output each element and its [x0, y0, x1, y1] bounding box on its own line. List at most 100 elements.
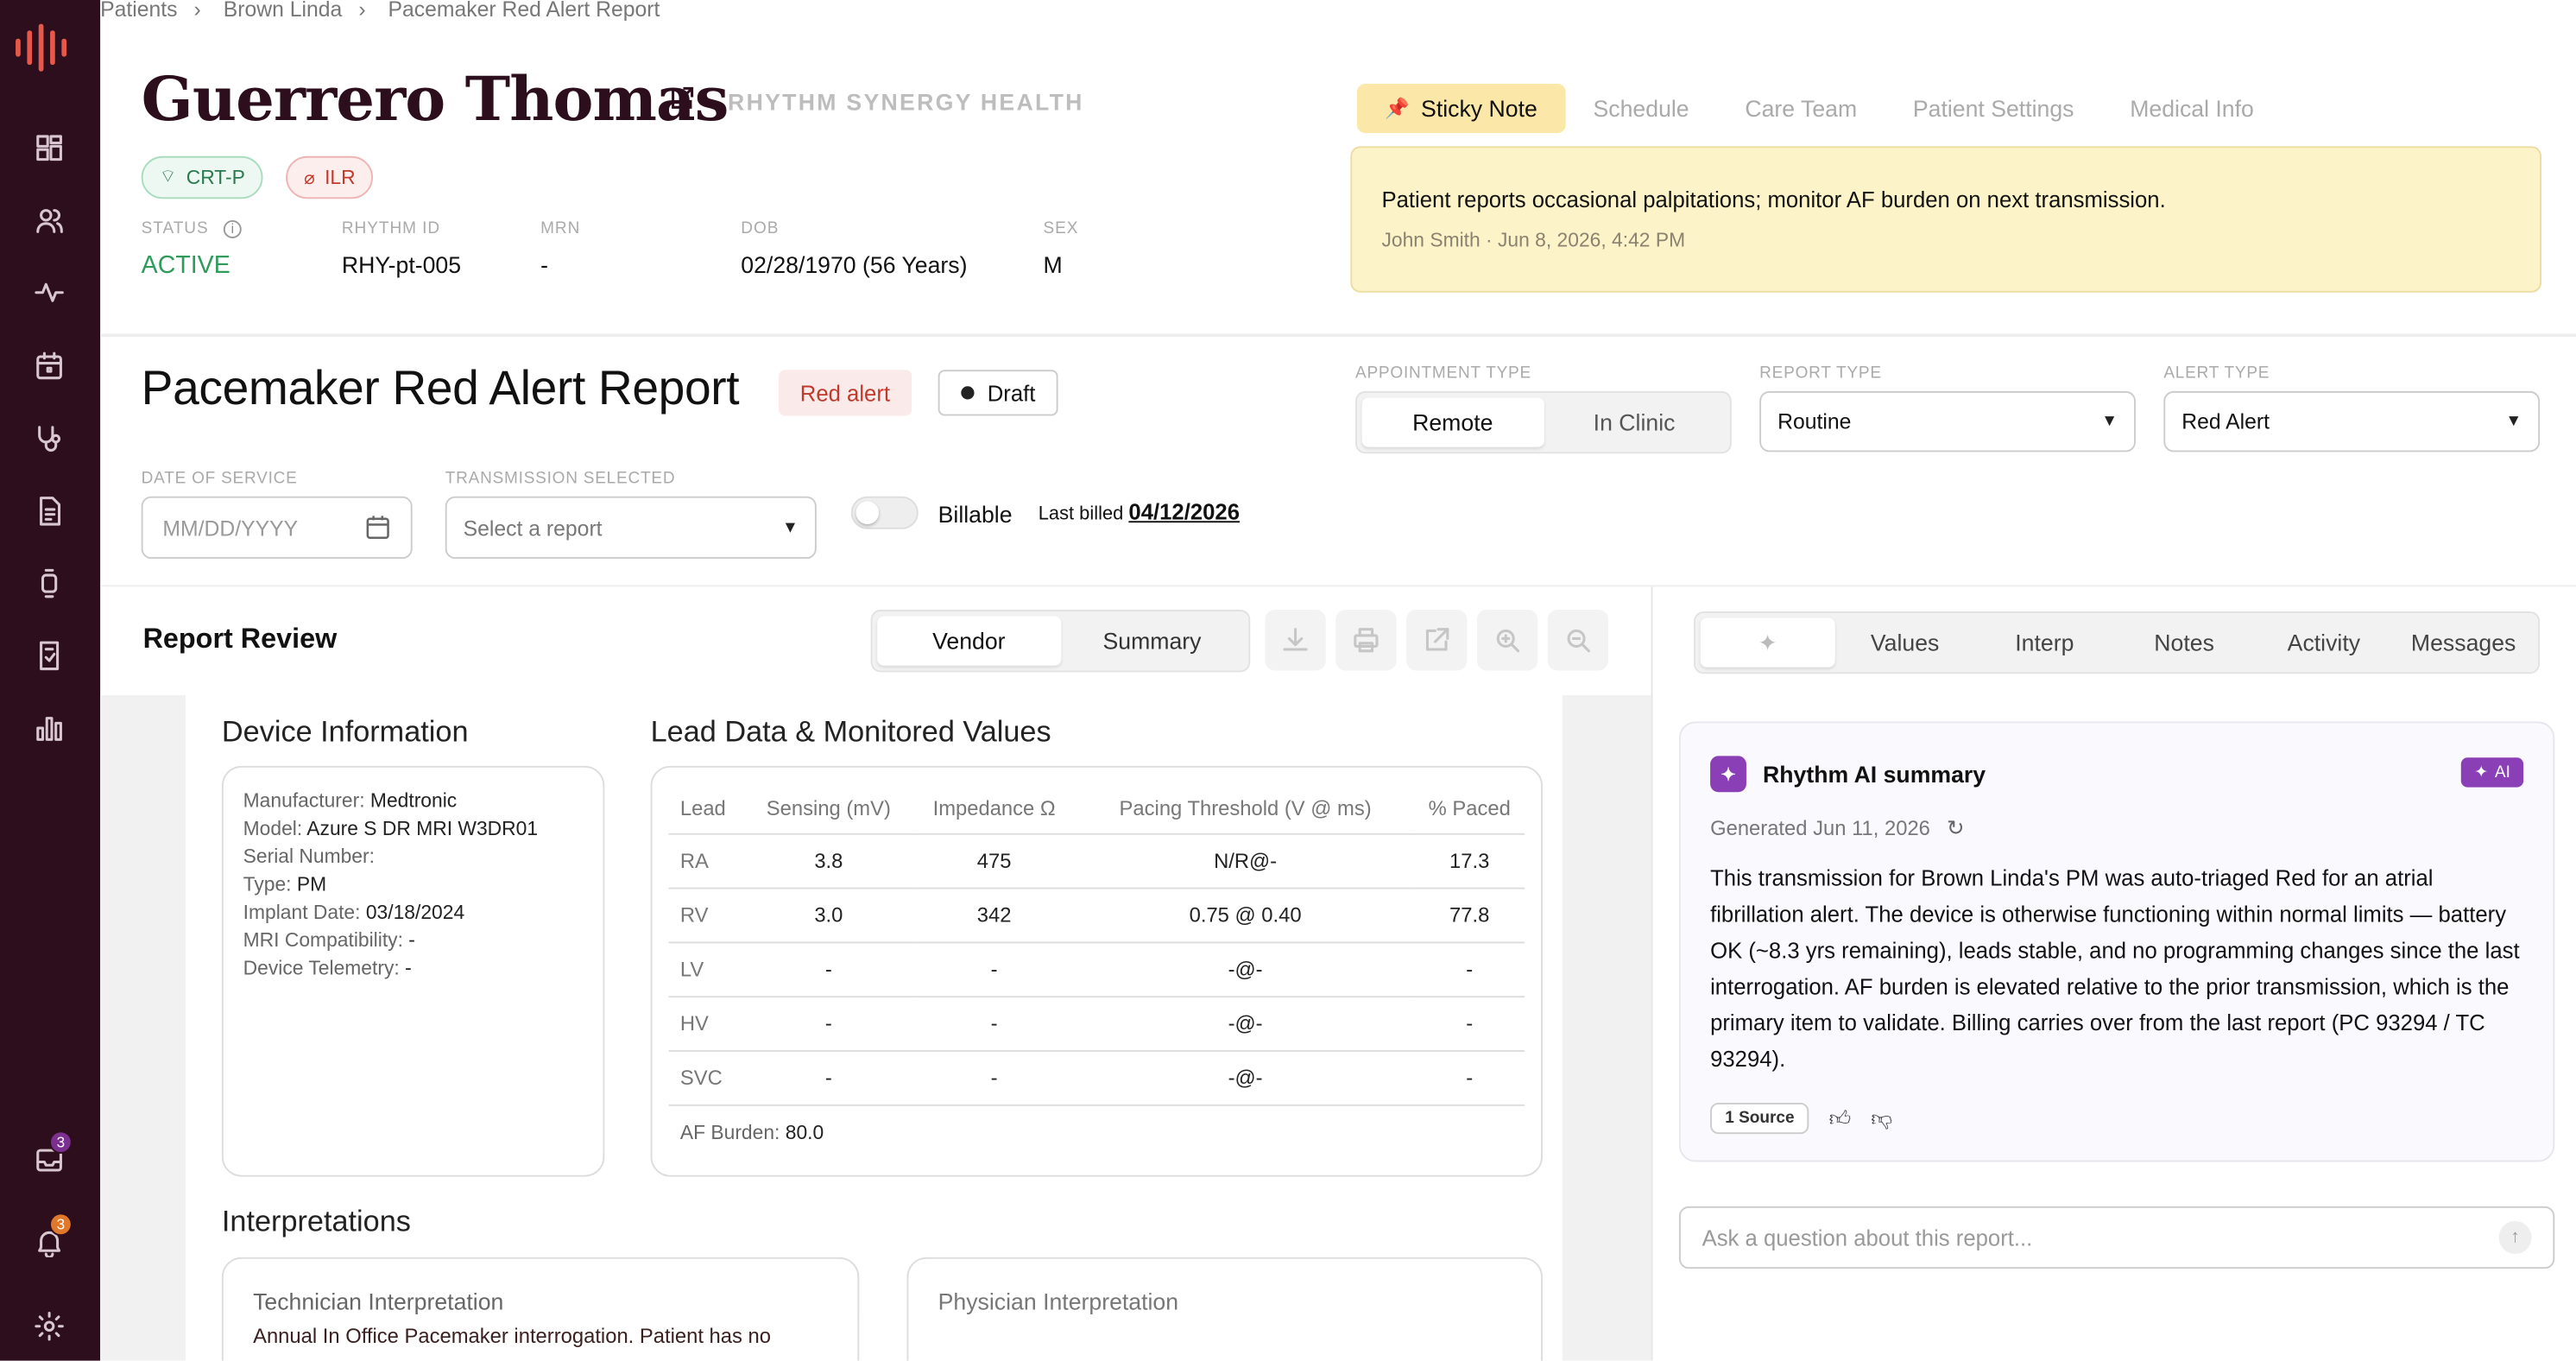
tab-interp[interactable]: Interp [1974, 618, 2114, 668]
rhythm-id-label: RHYTHM ID [341, 220, 441, 238]
table-cell: - [912, 996, 1076, 1052]
ai-summary-body: This transmission for Brown Linda's PM w… [1710, 865, 2520, 1072]
ask-question-input[interactable]: Ask a question about this report... ↑ [1678, 1206, 2555, 1269]
table-row: RV 3.0 342 0.75 @ 0.40 77.8 [668, 887, 1525, 943]
pin-icon: 📌 [1385, 97, 1410, 120]
stethoscope-icon[interactable] [31, 421, 67, 457]
af-burden-label: AF Burden: [679, 1119, 780, 1143]
appointment-remote[interactable]: Remote [1361, 397, 1544, 447]
settings-icon[interactable] [31, 1308, 67, 1345]
sticky-note-text: Patient reports occasional palpitations;… [1381, 187, 2166, 212]
mrn-field: MRN - [540, 220, 580, 278]
tab-patient-settings[interactable]: Patient Settings [1885, 95, 2102, 121]
info-icon[interactable]: i [224, 220, 243, 238]
dob-value: 02/28/1970 (56 Years) [741, 251, 968, 278]
pulse-icon[interactable] [31, 275, 67, 311]
dob-field: DOB 02/28/1970 (56 Years) [741, 220, 967, 278]
table-cell: - [1414, 996, 1525, 1052]
toggle-knob [856, 501, 880, 525]
tab-medical-info[interactable]: Medical Info [2102, 95, 2282, 121]
mrn-value: - [540, 251, 548, 278]
breadcrumb-patients[interactable]: Patients [100, 0, 177, 22]
device-field-label: Model: [243, 816, 303, 840]
date-of-service-input[interactable]: MM/DD/YYYY [141, 496, 413, 560]
report-type-select[interactable]: Routine ▼ [1759, 390, 2136, 453]
checklist-icon[interactable] [31, 637, 67, 674]
app-logo[interactable] [13, 23, 73, 73]
breadcrumb-separator: › [358, 0, 366, 22]
sticky-note-byline: John Smith · Jun 8, 2026, 4:42 PM [1381, 228, 1686, 252]
lead-data-box: Lead Sensing (mV) Impedance Ω Pacing Thr… [650, 765, 1543, 1177]
device-field-value: Medtronic [369, 788, 458, 813]
dashboard-icon[interactable] [31, 130, 67, 166]
chevron-down-icon: ▼ [2101, 412, 2118, 431]
tab-notes[interactable]: Notes [2114, 618, 2254, 668]
refresh-icon[interactable]: ↻ [1947, 815, 1965, 841]
open-external-icon[interactable] [669, 85, 698, 115]
device-pill-ilr[interactable]: ⌀ ILR [286, 155, 374, 199]
tab-activity[interactable]: Activity [2254, 618, 2394, 668]
calendar-icon[interactable] [364, 515, 390, 541]
patients-icon[interactable] [31, 202, 67, 238]
reports-icon[interactable] [31, 493, 67, 529]
lead-data-table: Lead Sensing (mV) Impedance Ω Pacing Thr… [668, 783, 1525, 1105]
alert-type-select[interactable]: Red Alert ▼ [2163, 390, 2541, 453]
appointment-type-label: APPOINTMENT TYPE [1355, 364, 1531, 383]
patient-name: Guerrero Thomas [141, 62, 729, 136]
dob-label: DOB [741, 220, 780, 238]
device-field: Model: Azure S DR MRI W3DR01 [243, 815, 584, 843]
open-external-button[interactable] [1406, 610, 1468, 671]
device-field: MRI Compatibility: - [243, 927, 584, 954]
technician-interpretation-text: Annual In Office Pacemaker interrogation… [253, 1324, 771, 1348]
appointment-type-toggle: Remote In Clinic [1355, 390, 1732, 454]
device-field: Serial Number: [243, 843, 584, 870]
sources-button[interactable]: 1 Source [1710, 1102, 1809, 1135]
tab-care-team[interactable]: Care Team [1717, 95, 1885, 121]
tab-ai[interactable]: ✦ [1700, 617, 1835, 668]
tab-sticky-note[interactable]: 📌 Sticky Note [1356, 84, 1566, 134]
thumbs-up-icon[interactable]: 👍︎ [1829, 1105, 1852, 1131]
zoom-out-button[interactable] [1547, 610, 1609, 671]
right-panel-tabs: ✦ Values Interp Notes Activity Messages [1694, 611, 2541, 674]
draft-status[interactable]: Draft [938, 370, 1059, 416]
device-pill-crtp[interactable]: ⌔ CRT-P [141, 155, 263, 199]
device-icon[interactable] [31, 566, 67, 602]
device-pill-label: ILR [325, 166, 356, 189]
appointment-in-clinic[interactable]: In Clinic [1544, 398, 1725, 447]
transmission-select[interactable]: Select a report ▼ [445, 496, 817, 560]
alerts-icon[interactable]: 3 [31, 1212, 73, 1261]
tab-messages[interactable]: Messages [2394, 618, 2534, 668]
calendar-icon[interactable] [31, 348, 67, 384]
af-burden: AF Burden: 80.0 [669, 1118, 1525, 1146]
send-arrow-icon[interactable]: ↑ [2498, 1220, 2532, 1255]
analytics-icon[interactable] [31, 710, 67, 746]
table-cell: 342 [912, 887, 1076, 943]
last-billed-date[interactable]: 04/12/2026 [1128, 500, 1240, 525]
table-cell: -@- [1076, 941, 1415, 997]
view-summary[interactable]: Summary [1060, 617, 1243, 666]
sticky-note: Patient reports occasional palpitations;… [1350, 146, 2542, 293]
breadcrumb-patient[interactable]: Brown Linda [224, 0, 343, 22]
draft-label: Draft [987, 380, 1036, 406]
document-viewer[interactable]: Device Information Manufacturer: Medtron… [100, 694, 1651, 1361]
inbox-icon[interactable]: 3 [31, 1130, 73, 1179]
download-button[interactable] [1265, 610, 1326, 671]
billable-toggle[interactable] [850, 496, 919, 529]
tab-values[interactable]: Values [1835, 618, 1975, 668]
zoom-out-icon [1567, 629, 1590, 653]
table-cell: 475 [912, 832, 1076, 889]
sex-value: M [1043, 251, 1063, 278]
date-placeholder: MM/DD/YYYY [162, 515, 299, 541]
document-page: Device Information Manufacturer: Medtron… [186, 694, 1563, 1361]
panel-divider [1651, 586, 1653, 1361]
table-cell: - [912, 1050, 1076, 1105]
alerts-badge: 3 [49, 1212, 73, 1237]
print-button[interactable] [1335, 610, 1397, 671]
table-cell: -@- [1076, 996, 1415, 1052]
view-vendor[interactable]: Vendor [877, 616, 1061, 666]
thumbs-down-icon[interactable]: 👎︎ [1871, 1105, 1892, 1131]
zoom-in-button[interactable] [1476, 610, 1538, 671]
table-cell: - [1414, 1050, 1525, 1105]
tab-schedule[interactable]: Schedule [1565, 95, 1717, 121]
review-view-toggle: Vendor Summary [870, 610, 1251, 673]
